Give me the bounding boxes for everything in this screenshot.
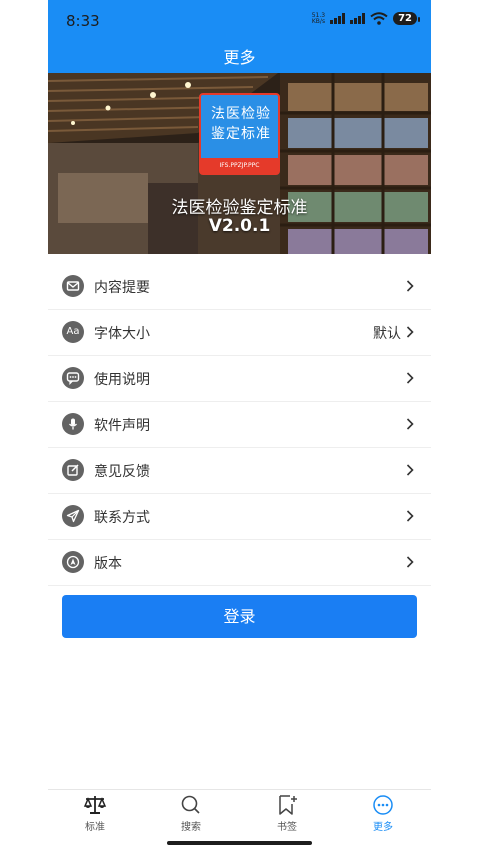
tab-standards[interactable]: 标准	[65, 794, 125, 833]
battery-icon: 72	[393, 12, 420, 25]
net-speed: 51.3 KB/s	[311, 12, 326, 25]
menu-item-contact[interactable]: 联系方式	[48, 494, 431, 540]
menu-item-label: 使用说明	[94, 372, 150, 388]
menu-item-label: 版本	[94, 556, 122, 572]
tab-search[interactable]: 搜索	[161, 794, 221, 833]
chevron-right-icon	[406, 280, 414, 292]
menu-item-label: 字体大小	[94, 326, 150, 342]
chevron-right-icon	[406, 464, 414, 476]
compass-icon	[62, 551, 84, 573]
chevron-right-icon	[406, 556, 414, 568]
tab-label: 书签	[277, 822, 297, 833]
menu-item-feedback[interactable]: 意见反馈	[48, 448, 431, 494]
menu-item-label: 意见反馈	[94, 464, 150, 480]
status-icons: 51.3 KB/s 72	[311, 12, 420, 25]
menu-item-label: 软件声明	[94, 418, 150, 434]
menu-item-instructions[interactable]: 使用说明	[48, 356, 431, 402]
app-frame: 8:33 51.3 KB/s 72 更多 法医检验 鉴定标准 IFS.PPZJP…	[48, 0, 431, 850]
menu-item-summary[interactable]: 内容提要	[48, 264, 431, 310]
tab-bookmarks[interactable]: 书签	[257, 794, 317, 833]
chevron-right-icon	[406, 372, 414, 384]
microphone-icon	[62, 413, 84, 435]
menu-item-label: 内容提要	[94, 280, 150, 296]
font-size-icon: Aa	[62, 321, 84, 343]
wifi-icon	[370, 12, 388, 25]
tab-label: 更多	[373, 822, 393, 833]
net-speed-unit: KB/s	[311, 17, 326, 25]
menu-item-label: 联系方式	[94, 510, 150, 526]
chevron-right-icon	[406, 326, 414, 338]
scales-icon	[83, 796, 107, 814]
page-title: 更多	[223, 48, 256, 67]
logo-strip: IFS.PPZJP.PPC	[201, 158, 278, 173]
logo-line-1: 法医检验	[211, 106, 271, 122]
chevron-right-icon	[406, 418, 414, 430]
mail-icon	[62, 275, 84, 297]
tab-more[interactable]: 更多	[353, 794, 413, 833]
chevron-right-icon	[406, 510, 414, 522]
login-button[interactable]: 登录	[62, 595, 417, 638]
send-icon	[62, 505, 84, 527]
bottom-tab-bar: 标准 搜索 书签 更多	[48, 789, 431, 840]
top-bar: 8:33 51.3 KB/s 72 更多	[48, 0, 431, 73]
font-size-value: 默认	[373, 326, 401, 342]
banner-app-name: 法医检验鉴定标准	[171, 198, 308, 218]
search-icon	[181, 795, 200, 814]
menu-item-font-size[interactable]: Aa 字体大小 默认	[48, 310, 431, 356]
signal-icon	[330, 13, 346, 24]
banner: 法医检验 鉴定标准 IFS.PPZJP.PPC 法医检验鉴定标准 V2.0.1	[48, 73, 431, 254]
menu-item-version[interactable]: 版本	[48, 540, 431, 586]
tab-label: 搜索	[181, 822, 201, 833]
bookmark-icon	[279, 795, 297, 815]
edit-icon	[62, 459, 84, 481]
signal-icon-2	[350, 13, 366, 24]
more-icon	[373, 795, 393, 815]
banner-version: V2.0.1	[208, 216, 271, 236]
menu-item-statement[interactable]: 软件声明	[48, 402, 431, 448]
app-logo: 法医检验 鉴定标准 IFS.PPZJP.PPC	[199, 93, 280, 175]
chat-icon	[62, 367, 84, 389]
settings-menu: 内容提要 Aa 字体大小 默认 使用说明 软件声明 意见反馈 联系方式 版本	[48, 264, 431, 586]
logo-text: 法医检验 鉴定标准	[206, 104, 276, 144]
tab-label: 标准	[85, 822, 105, 833]
logo-line-2: 鉴定标准	[211, 126, 271, 142]
home-indicator	[167, 841, 312, 845]
status-time: 8:33	[66, 12, 100, 30]
